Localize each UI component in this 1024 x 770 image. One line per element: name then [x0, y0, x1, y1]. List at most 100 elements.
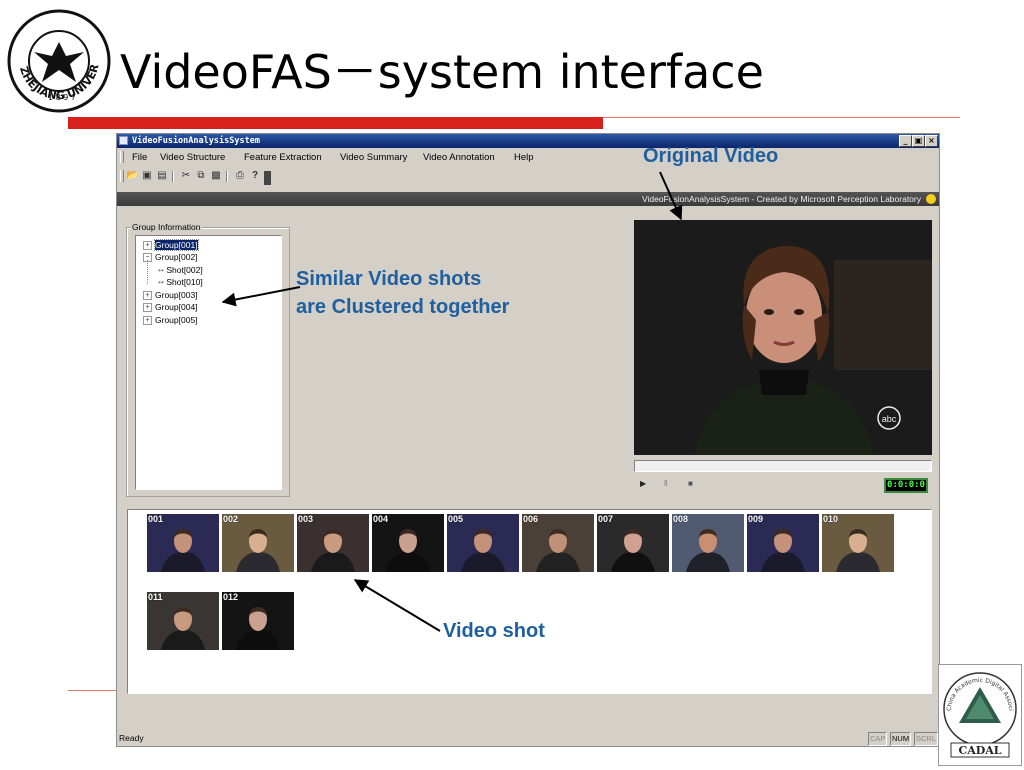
open-icon[interactable]: 📂	[126, 170, 138, 182]
group-information-legend: Group Information	[131, 222, 202, 232]
tree-item-label: Group[003]	[155, 290, 198, 300]
video-shot-thumbnail[interactable]: 004	[372, 514, 444, 572]
paste-icon[interactable]: ▩	[210, 170, 222, 182]
svg-text:1 8 9 7: 1 8 9 7	[48, 93, 76, 102]
news-anchor-image: abc	[634, 220, 932, 455]
menu-help[interactable]: Help	[514, 152, 534, 163]
expand-icon[interactable]: +	[143, 303, 152, 313]
tree-item-group-003[interactable]: + Group[003]	[143, 289, 198, 301]
play-button[interactable]: ▶	[640, 479, 646, 488]
tree-item-label: Shot[010]	[166, 277, 203, 287]
timecode-display: 0:0:0:0	[884, 478, 928, 493]
shot-number: 002	[223, 514, 239, 524]
tree-item-shot-002[interactable]: •• Shot[002]	[158, 264, 203, 276]
cadal-logo: China Academic Digital Associative Libra…	[937, 660, 1022, 766]
shot-number: 001	[148, 514, 164, 524]
tree-item-label: Group[001]	[154, 239, 199, 251]
pause-button[interactable]: ‖	[664, 479, 667, 488]
toolbar-grip[interactable]	[120, 170, 124, 182]
banner-text: VideoFusionAnalysisSystem - Created by M…	[641, 194, 921, 204]
tree-item-label: Shot[002]	[166, 265, 203, 275]
credits-banner: VideoFusionAnalysisSystem - Created by M…	[117, 192, 939, 206]
num-lock-indicator: NUM	[890, 732, 912, 746]
window-titlebar[interactable]: VideoFusionAnalysisSystem _ ▣ ×	[117, 134, 939, 148]
video-shot-panel: 001 002 003 004 005 006 007 008 009 010 011 012	[127, 509, 932, 694]
tree-item-group-004[interactable]: + Group[004]	[143, 301, 198, 313]
video-shot-thumbnail[interactable]: 008	[672, 514, 744, 572]
app-icon	[119, 136, 128, 145]
shot-number: 006	[523, 514, 539, 524]
tree-item-shot-010[interactable]: •• Shot[010]	[158, 276, 203, 288]
video-shot-thumbnail[interactable]: 012	[222, 592, 294, 650]
window-title: VideoFusionAnalysisSystem	[132, 136, 260, 146]
caps-lock-indicator: CAP	[868, 732, 888, 746]
callout-original-video: Original Video	[643, 145, 779, 167]
group-tree[interactable]: + Group[001] − Group[002] •• Shot[002] •• …	[135, 235, 282, 490]
playback-progress-bar[interactable]	[634, 460, 932, 472]
shot-number: 007	[598, 514, 614, 524]
zhejiang-university-seal: ZHEJIANG UNIVERSITY 1 8 9 7	[1, 0, 112, 114]
video-shot-thumbnail[interactable]: 007	[597, 514, 669, 572]
tree-item-label: Group[005]	[155, 315, 198, 325]
status-bar: Ready CAP NUM SCRL	[117, 731, 939, 746]
menu-bar: File Video Structure Feature Extraction …	[117, 148, 939, 167]
original-video-frame[interactable]: abc	[634, 220, 932, 455]
menu-file[interactable]: File	[132, 152, 147, 163]
video-shot-thumbnail[interactable]: 005	[447, 514, 519, 572]
video-shot-thumbnail[interactable]: 010	[822, 514, 894, 572]
shot-number: 005	[448, 514, 464, 524]
print-icon[interactable]: ⎙	[234, 170, 246, 182]
title-rule	[68, 117, 603, 129]
expand-icon[interactable]: +	[143, 291, 152, 301]
callout-similar-shots-line1: Similar Video shots	[296, 268, 482, 290]
expand-icon[interactable]: +	[143, 316, 152, 326]
app-window: VideoFusionAnalysisSystem _ ▣ × File Vid…	[116, 133, 940, 747]
cadal-text: CADAL	[958, 744, 1001, 757]
slide-title: VideoFAS－system interface	[120, 45, 764, 99]
tree-item-label: Group[002]	[155, 252, 198, 262]
shot-number: 003	[298, 514, 314, 524]
footer-rule	[68, 690, 120, 691]
minimize-button[interactable]: _	[899, 135, 912, 147]
help-icon[interactable]: ?	[249, 170, 261, 182]
tree-item-label: Group[004]	[155, 302, 198, 312]
abc-watermark: abc	[882, 414, 897, 424]
video-shot-thumbnail[interactable]: 001	[147, 514, 219, 572]
tree-item-group-005[interactable]: + Group[005]	[143, 314, 198, 326]
shot-number: 012	[223, 592, 239, 602]
shot-number: 011	[148, 592, 163, 602]
shot-number: 004	[373, 514, 389, 524]
close-button[interactable]: ×	[925, 135, 938, 147]
tree-connector	[147, 260, 149, 284]
video-shot-thumbnail[interactable]: 006	[522, 514, 594, 572]
scroll-lock-indicator: SCRL	[914, 732, 939, 746]
tree-item-group-001[interactable]: + Group[001]	[143, 239, 199, 251]
expand-icon[interactable]: +	[143, 241, 152, 251]
toolbar-separator	[172, 171, 174, 182]
video-shot-thumbnail[interactable]: 009	[747, 514, 819, 572]
callout-video-shot: Video shot	[443, 620, 545, 642]
properties-icon[interactable]: ▤	[156, 170, 168, 182]
status-text: Ready	[119, 733, 144, 743]
restore-button[interactable]: ▣	[912, 135, 925, 147]
save-icon[interactable]: ▣	[141, 170, 153, 182]
toolbar-overflow[interactable]	[264, 171, 271, 185]
toolbar: 📂 ▣ ▤ ✂ ⧉ ▩ ⎙ ?	[117, 167, 939, 187]
menu-video-summary[interactable]: Video Summary	[340, 152, 407, 163]
shot-number: 010	[823, 514, 839, 524]
shot-number: 009	[748, 514, 764, 524]
menu-video-structure[interactable]: Video Structure	[160, 152, 225, 163]
menu-video-annotation[interactable]: Video Annotation	[423, 152, 495, 163]
smiley-icon	[926, 194, 936, 204]
video-shot-thumbnail[interactable]: 002	[222, 514, 294, 572]
title-rule-thin	[603, 117, 960, 118]
menu-feature-extraction[interactable]: Feature Extraction	[244, 152, 322, 163]
cut-icon[interactable]: ✂	[180, 170, 192, 182]
toolbar-separator	[226, 171, 228, 182]
menubar-grip[interactable]	[120, 151, 124, 163]
stop-button[interactable]: ■	[688, 479, 693, 488]
video-shot-thumbnail[interactable]: 011	[147, 592, 219, 650]
video-shot-thumbnail[interactable]: 003	[297, 514, 369, 572]
copy-icon[interactable]: ⧉	[195, 170, 207, 182]
tree-item-group-002[interactable]: − Group[002]	[143, 251, 198, 263]
